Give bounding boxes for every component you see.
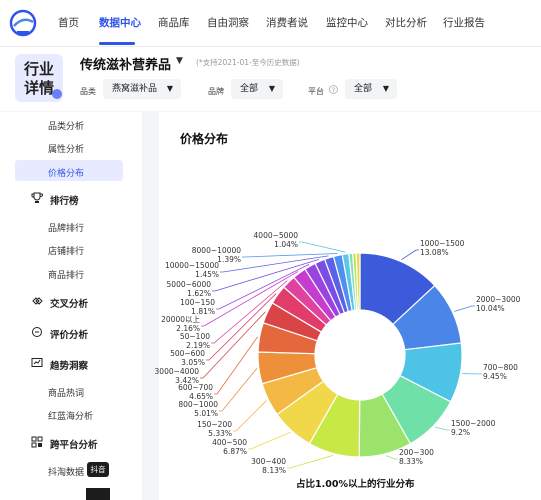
slice-label: 1000~1500 [420, 239, 465, 248]
slice-value-label: 1.45% [195, 270, 219, 279]
slice-label: 800~1000 [178, 400, 218, 409]
slice-leader-line [233, 400, 267, 432]
slice-value-label: 13.08% [420, 248, 449, 257]
slice-label: 20000以上 [161, 315, 200, 324]
slice-value-label: 4.65% [189, 392, 213, 401]
slice-leader-line [434, 426, 450, 431]
slice-leader-line [401, 249, 419, 260]
slice-value-label: 5.33% [208, 429, 232, 438]
slice-label: 300~400 [251, 457, 286, 466]
slice-label: 5000~6000 [167, 280, 212, 289]
slice-label: 400~500 [212, 438, 247, 447]
slice-label: 700~800 [483, 363, 518, 372]
price-distribution-donut-chart: 1000~150013.08% 2000~300010.04% 700~8009.4… [155, 231, 521, 475]
slice-value-label: 1.04% [274, 240, 298, 249]
slice-value-label: 9.45% [483, 372, 507, 381]
slice-value-label: 8.13% [262, 466, 286, 475]
slice-leader-line [454, 305, 475, 312]
slice-label: 8000~10000 [192, 246, 241, 255]
slice-value-label: 9.2% [451, 428, 470, 437]
slice-leader-line [299, 241, 346, 253]
slice-label: 1500~2000 [451, 419, 496, 428]
slice-value-label: 1.81% [191, 307, 215, 316]
slice-label: 10000~15000 [165, 261, 219, 270]
slice-leader-line [219, 368, 258, 412]
slice-value-label: 1.39% [217, 255, 241, 264]
slice-label: 4000~5000 [254, 231, 299, 240]
slice-label: 150~200 [197, 420, 232, 429]
slice-leader-line [248, 431, 291, 450]
slice-leader-line [386, 455, 398, 460]
slice-value-label: 6.87% [223, 447, 247, 456]
slice-value-label: 8.33% [399, 457, 423, 466]
chart-caption: 占比1.00%以上的行业分布 [296, 479, 415, 490]
slice-label: 100~150 [180, 298, 215, 307]
slice-value-label: 5.01% [194, 409, 218, 418]
slice-leader-line [287, 455, 334, 469]
slice-label: 50~100 [180, 332, 210, 341]
slice-value-label: 2.19% [186, 341, 210, 350]
slice-value-label: 3.42% [175, 376, 199, 385]
slice-label: 3000~4000 [155, 367, 200, 376]
slice-label: 500~600 [170, 349, 205, 358]
slice-leader-line [214, 336, 258, 395]
slice-label: 200~300 [399, 448, 434, 457]
slice-value-label: 10.04% [476, 304, 505, 313]
slice-value-label: 3.05% [181, 358, 205, 367]
slice-value-label: 2.16% [176, 324, 200, 333]
slice-label: 2000~3000 [476, 295, 521, 304]
slice-value-label: 1.62% [187, 289, 211, 298]
